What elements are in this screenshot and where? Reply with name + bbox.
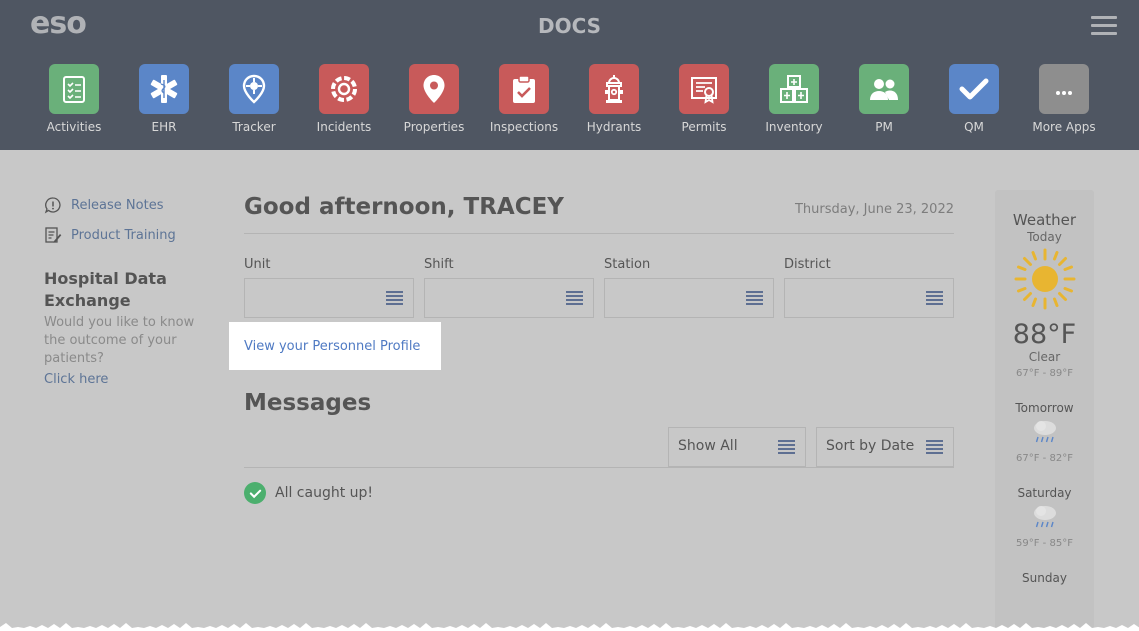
weather-today-range: 67°F - 89°F [1016,368,1073,379]
app-label: Incidents [316,120,372,134]
weather-title: Weather [1012,211,1077,229]
rain-cloud-icon [1033,506,1056,528]
list-icon [926,440,943,454]
app-hydrants[interactable]: Hydrants [569,64,659,134]
app-label: QM [964,120,984,134]
app-launcher: Activities EHR Tracker Incidents Propert… [29,64,1109,144]
app-activities[interactable]: Activities [29,64,119,134]
checkmark-icon [949,64,999,114]
people-icon [859,64,909,114]
app-qm[interactable]: QM [929,64,1019,134]
app-title: DOCS [537,14,602,38]
app-label: More Apps [1032,120,1096,134]
app-label: Hydrants [586,120,642,134]
forecast-day: Saturday [1017,486,1072,500]
left-sidebar: Release Notes Product Training Hospital … [44,190,214,387]
app-ehr[interactable]: EHR [119,64,209,134]
app-label: Tracker [232,120,276,134]
app-label: PM [875,120,893,134]
all-caught-up-status: All caught up! [244,482,373,504]
clipboard-check-icon [499,64,549,114]
app-incidents[interactable]: Incidents [299,64,389,134]
messages-heading: Messages [244,390,372,416]
field-label: Shift [424,257,454,272]
app-header: eso DOCS Activities EHR Tracker Incident… [0,0,1139,150]
profile-link-highlight: View your Personnel Profile [229,322,441,370]
fire-department-emblem-icon [319,64,369,114]
station-field: Station [604,257,774,318]
weather-today-temp: 88°F [1012,319,1077,350]
forecast-range: 67°F - 82°F [1016,453,1073,464]
product-training-link[interactable]: Product Training [44,220,214,250]
app-label: Activities [46,120,102,134]
star-of-life-icon [139,64,189,114]
app-label: Inventory [765,120,823,134]
greeting-heading: Good afternoon, TRACEY [244,194,564,220]
sort-by-dropdown[interactable]: Sort by Date [816,427,954,467]
personnel-profile-link[interactable]: View your Personnel Profile [244,339,420,354]
hamburger-menu-icon[interactable] [1091,16,1117,36]
app-inspections[interactable]: Inspections [479,64,569,134]
torn-edge-decoration [0,623,1139,631]
unit-field: Unit [244,257,414,318]
app-inventory[interactable]: Inventory [749,64,839,134]
dropdown-value: Sort by Date [826,438,915,454]
product-training-label: Product Training [71,227,176,243]
shift-field: Shift [424,257,594,318]
app-label: Properties [403,120,465,134]
boxes-icon [769,64,819,114]
list-icon [566,291,583,305]
location-crosshair-icon [229,64,279,114]
field-label: Station [604,257,651,272]
list-icon [778,440,795,454]
caught-up-text: All caught up! [275,485,374,501]
check-circle-icon [244,482,266,504]
list-icon [386,291,403,305]
release-notes-label: Release Notes [71,197,164,213]
ellipsis-icon [1039,64,1089,114]
release-notes-link[interactable]: Release Notes [44,190,214,220]
current-date: Thursday, June 23, 2022 [794,202,954,217]
shift-select[interactable] [424,278,594,318]
document-edit-icon [45,227,62,243]
certificate-icon [679,64,729,114]
forecast-day: Tomorrow [1015,401,1074,415]
speech-bubble-alert-icon [44,197,61,214]
list-icon [926,291,943,305]
unit-select[interactable] [244,278,414,318]
divider [244,467,954,468]
app-label: EHR [151,120,177,134]
district-field: District [784,257,954,318]
app-label: Inspections [489,120,559,134]
field-label: District [784,257,831,272]
app-properties[interactable]: Properties [389,64,479,134]
weather-panel: Weather Today 88°F Clear 67°F - 89°F Tom… [995,190,1094,631]
checklist-icon [49,64,99,114]
map-pin-icon [409,64,459,114]
list-icon [746,291,763,305]
dropdown-value: Show All [678,438,738,454]
app-pm[interactable]: PM [839,64,929,134]
field-label: Unit [244,257,271,272]
app-label: Permits [681,120,727,134]
hde-title: Hospital Data Exchange [44,269,167,310]
show-all-dropdown[interactable]: Show All [668,427,806,467]
weather-today-condition: Clear [1028,350,1061,364]
hde-click-here-link[interactable]: Click here [44,372,214,387]
station-select[interactable] [604,278,774,318]
forecast-range: 59°F - 85°F [1016,538,1073,549]
app-more-apps[interactable]: More Apps [1019,64,1109,134]
app-permits[interactable]: Permits [659,64,749,134]
divider [244,233,954,234]
hde-description: Would you like to know the outcome of yo… [44,315,195,366]
weather-today-label: Today [1027,230,1062,244]
fire-hydrant-icon [589,64,639,114]
app-tracker[interactable]: Tracker [209,64,299,134]
rain-cloud-icon [1033,421,1056,443]
district-select[interactable] [784,278,954,318]
sun-icon [1014,248,1075,310]
forecast-day: Sunday [1022,571,1067,585]
